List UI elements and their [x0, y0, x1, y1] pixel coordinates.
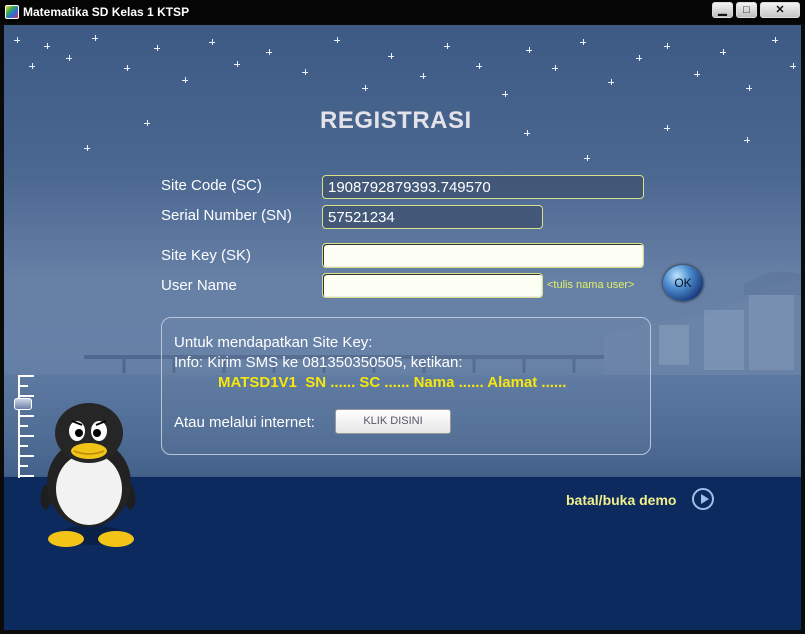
klik-disini-button[interactable]: KLIK DISINI: [335, 409, 451, 434]
star-icon: [420, 73, 426, 79]
info-line-1: Untuk mendapatkan Site Key:: [174, 334, 373, 351]
star-icon: [124, 65, 130, 71]
registration-screen: REGISTRASI Site Code (SC) 1908792879393.…: [4, 25, 801, 630]
site-code-label: Site Code (SC): [161, 177, 262, 194]
star-icon: [209, 39, 215, 45]
slider-tick: [18, 455, 34, 457]
minimize-button[interactable]: ▁: [712, 2, 733, 18]
star-icon: [584, 155, 590, 161]
star-icon: [14, 37, 20, 43]
app-window: Matematika SD Kelas 1 KTSP ▁ □ ✕ REGISTR…: [0, 0, 805, 634]
site-key-input[interactable]: [322, 243, 644, 268]
star-icon: [608, 79, 614, 85]
slider-tick: [18, 465, 28, 467]
title-bar[interactable]: Matematika SD Kelas 1 KTSP ▁ □ ✕: [0, 0, 805, 24]
serial-number-label: Serial Number (SN): [161, 207, 292, 224]
star-icon: [720, 49, 726, 55]
star-icon: [746, 85, 752, 91]
info-line-2: Info: Kirim SMS ke 081350350505, ketikan…: [174, 354, 463, 371]
star-icon: [580, 39, 586, 45]
page-title: REGISTRASI: [320, 107, 472, 134]
starry-sky: [4, 25, 801, 185]
star-icon: [29, 63, 35, 69]
slider-tick: [18, 375, 34, 377]
site-code-field[interactable]: 1908792879393.749570: [322, 175, 644, 199]
app-logo-icon: [5, 5, 19, 19]
star-icon: [772, 37, 778, 43]
sms-format-text: MATSD1V1 SN ...... SC ...... Nama ......…: [218, 374, 567, 391]
user-name-hint: <tulis nama user>: [547, 279, 635, 291]
star-icon: [84, 145, 90, 151]
star-icon: [664, 43, 670, 49]
star-icon: [92, 35, 98, 41]
slider-tick: [18, 385, 28, 387]
site-key-label: Site Key (SK): [161, 247, 252, 264]
star-icon: [552, 65, 558, 71]
slider-tick: [18, 425, 28, 427]
star-icon: [636, 55, 642, 61]
star-icon: [526, 47, 532, 53]
slider-tick: [18, 445, 28, 447]
ok-globe-icon: OK: [674, 276, 692, 290]
star-icon: [44, 43, 50, 49]
user-name-label: User Name: [161, 277, 237, 294]
volume-slider[interactable]: [14, 375, 36, 478]
star-icon: [362, 85, 368, 91]
star-icon: [744, 137, 750, 143]
star-icon: [334, 37, 340, 43]
star-icon: [694, 71, 700, 77]
demo-link[interactable]: batal/buka demo: [566, 492, 676, 508]
star-icon: [476, 63, 482, 69]
star-icon: [302, 69, 308, 75]
star-icon: [664, 125, 670, 131]
star-icon: [444, 43, 450, 49]
penguin-mascot-icon: [40, 403, 136, 547]
slider-handle[interactable]: [14, 398, 32, 410]
window-title: Matematika SD Kelas 1 KTSP: [23, 5, 190, 19]
star-icon: [388, 53, 394, 59]
star-icon: [182, 77, 188, 83]
slider-tick: [18, 475, 34, 477]
info-panel: Untuk mendapatkan Site Key: Info: Kirim …: [161, 317, 651, 455]
star-icon: [266, 49, 272, 55]
internet-label: Atau melalui internet:: [174, 414, 315, 431]
close-button[interactable]: ✕: [760, 2, 800, 18]
star-icon: [66, 55, 72, 61]
star-icon: [790, 63, 796, 69]
slider-tick: [18, 395, 34, 397]
star-icon: [502, 91, 508, 97]
play-circle-icon[interactable]: [692, 488, 714, 510]
slider-tick: [18, 435, 34, 437]
ok-button[interactable]: OK: [663, 265, 703, 301]
star-icon: [234, 61, 240, 67]
slider-tick: [18, 415, 34, 417]
star-icon: [144, 120, 150, 126]
star-icon: [524, 130, 530, 136]
maximize-button[interactable]: □: [736, 2, 757, 18]
star-icon: [154, 45, 160, 51]
user-name-input[interactable]: [322, 273, 543, 298]
serial-number-field[interactable]: 57521234: [322, 205, 543, 229]
